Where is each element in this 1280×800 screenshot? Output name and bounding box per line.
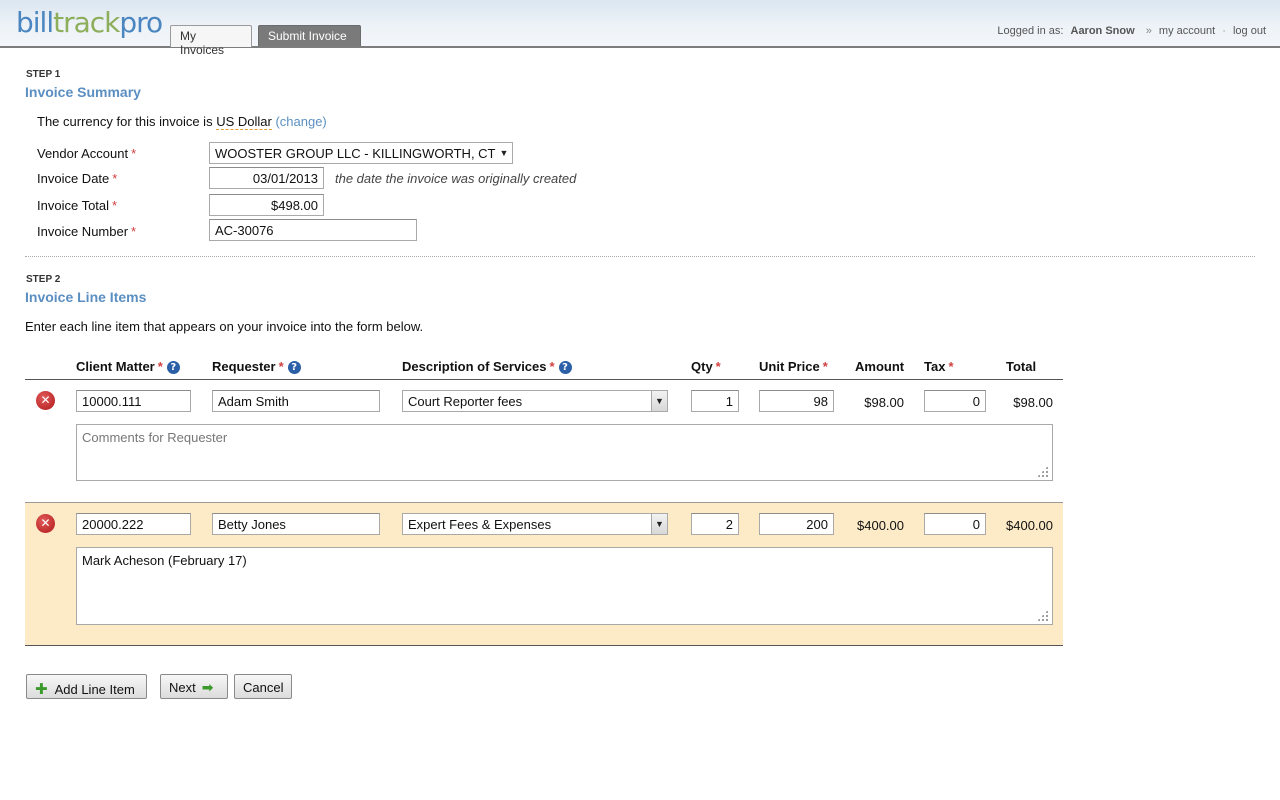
plus-icon: ✚ xyxy=(35,680,48,698)
requester-input[interactable]: Adam Smith xyxy=(212,390,380,412)
currency-value: US Dollar xyxy=(216,114,272,130)
resize-grip-icon[interactable] xyxy=(1037,466,1048,477)
requester-input[interactable]: Betty Jones xyxy=(212,513,380,535)
description-select[interactable]: Expert Fees & Expenses ▼ xyxy=(402,513,668,535)
amount-value: $400.00 xyxy=(857,518,904,533)
qty-input[interactable]: 1 xyxy=(691,390,739,412)
unit-price-input[interactable]: 98 xyxy=(759,390,834,412)
logged-in-label: Logged in as: xyxy=(997,25,1064,37)
invoice-date-hint: the date the invoice was originally crea… xyxy=(335,171,577,186)
vendor-account-select[interactable]: WOOSTER GROUP LLC - KILLINGWORTH, CT ▼ xyxy=(209,142,513,164)
client-matter-input[interactable]: 20000.222 xyxy=(76,513,191,535)
table-header-rule xyxy=(25,379,1063,380)
total-value: $98.00 xyxy=(1013,395,1053,410)
currency-line: The currency for this invoice is US Doll… xyxy=(37,114,327,130)
invoice-date-input[interactable]: 03/01/2013 xyxy=(209,167,324,189)
col-total: Total xyxy=(1006,359,1037,374)
remove-line-item-icon[interactable]: ✕ xyxy=(36,514,55,533)
tax-input[interactable]: 0 xyxy=(924,513,986,535)
col-client-matter: Client Matter *? xyxy=(76,359,180,374)
remove-line-item-icon[interactable]: ✕ xyxy=(36,391,55,410)
invoice-number-input[interactable]: AC-30076 xyxy=(209,219,417,241)
add-line-item-button[interactable]: ✚ Add Line Item xyxy=(26,674,147,699)
resize-grip-icon[interactable] xyxy=(1037,610,1048,621)
comment-textarea[interactable]: Mark Acheson (February 17) xyxy=(76,547,1053,625)
col-description: Description of Services *? xyxy=(402,359,572,374)
col-qty: Qty * xyxy=(691,359,721,374)
step1-title: Invoice Summary xyxy=(25,84,141,100)
tax-input[interactable]: 0 xyxy=(924,390,986,412)
client-matter-input[interactable]: 10000.111 xyxy=(76,390,191,412)
cancel-button[interactable]: Cancel xyxy=(234,674,292,699)
comment-textarea[interactable]: Comments for Requester xyxy=(76,424,1053,481)
step2-title: Invoice Line Items xyxy=(25,289,147,305)
number-label: Invoice Number * xyxy=(37,224,137,239)
chevron-down-icon: ▼ xyxy=(651,391,667,411)
qty-input[interactable]: 2 xyxy=(691,513,739,535)
chevron-down-icon: ▼ xyxy=(651,514,667,534)
col-tax: Tax * xyxy=(924,359,954,374)
log-out-link[interactable]: log out xyxy=(1233,25,1266,37)
vendor-label: Vendor Account * xyxy=(37,146,137,161)
tab-submit-invoice[interactable]: Submit Invoice xyxy=(258,25,361,46)
help-icon[interactable]: ? xyxy=(558,361,572,374)
separator-dot: · xyxy=(1222,25,1226,37)
help-icon[interactable]: ? xyxy=(166,361,180,374)
app-header: billtrackpro My Invoices Submit Invoice … xyxy=(0,0,1280,57)
section-divider xyxy=(25,256,1255,257)
brand-logo[interactable]: billtrackpro xyxy=(16,9,163,37)
col-unit-price: Unit Price * xyxy=(759,359,828,374)
tab-my-invoices[interactable]: My Invoices xyxy=(170,25,252,57)
col-requester: Requester *? xyxy=(212,359,301,374)
total-label: Invoice Total * xyxy=(37,198,118,213)
my-account-link[interactable]: my account xyxy=(1159,25,1215,37)
total-value: $400.00 xyxy=(1006,518,1053,533)
step1-label: STEP 1 xyxy=(26,69,61,80)
help-icon[interactable]: ? xyxy=(287,361,301,374)
separator: » xyxy=(1145,25,1152,37)
invoice-total-input[interactable]: $498.00 xyxy=(209,194,324,216)
description-select[interactable]: Court Reporter fees ▼ xyxy=(402,390,668,412)
step2-label: STEP 2 xyxy=(26,274,61,285)
arrow-right-icon: ➡ xyxy=(201,680,214,696)
date-label: Invoice Date * xyxy=(37,171,118,186)
next-button[interactable]: Next ➡ xyxy=(160,674,228,699)
chevron-down-icon: ▼ xyxy=(499,148,509,158)
user-name: Aaron Snow xyxy=(1070,25,1135,37)
amount-value: $98.00 xyxy=(864,395,904,410)
currency-change-link[interactable]: (change) xyxy=(275,114,326,129)
currency-text: The currency for this invoice is xyxy=(37,114,213,129)
user-bar: Logged in as: Aaron Snow » my account · … xyxy=(997,25,1266,37)
col-amount: Amount xyxy=(855,359,905,374)
unit-price-input[interactable]: 200 xyxy=(759,513,834,535)
line-items-instructions: Enter each line item that appears on you… xyxy=(25,319,424,334)
